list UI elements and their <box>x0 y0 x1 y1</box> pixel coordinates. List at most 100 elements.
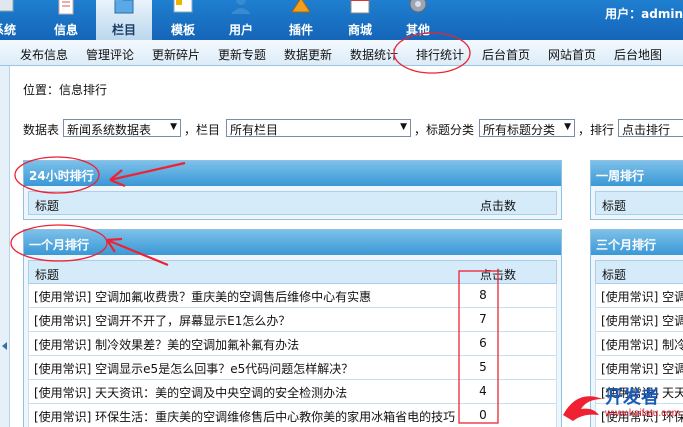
document-icon <box>54 0 78 16</box>
subnav-data-stats[interactable]: 数据统计 <box>350 46 398 63</box>
top-navigation: 系统 信息 栏目 模板 用户 插件 商城 其他 用户：admin <box>0 0 683 40</box>
nav-template[interactable]: 模板 <box>155 0 211 40</box>
watermark-logo: 开发者 www.kaifatu.com <box>555 383 683 427</box>
row-title-link[interactable]: [使用常识] 空调显示e5是怎么回事？e5代码问题怎样解决？ <box>34 360 353 377</box>
subnav-publish[interactable]: 发布信息 <box>20 46 68 63</box>
category-select-value: 所有标题分类 <box>483 123 556 137</box>
table-select-value: 新闻系统数据表 <box>67 123 152 137</box>
col-hits: 点击数 <box>479 268 516 282</box>
sort-label: ，排行 <box>578 123 615 137</box>
nav-system[interactable]: 系统 <box>0 0 32 40</box>
shop-icon <box>348 0 372 16</box>
row-hits: 7 <box>479 312 487 326</box>
sort-select[interactable]: 点击排行▼ <box>618 119 683 137</box>
table-row: [使用常识] 空调 <box>595 284 683 308</box>
row-title-link[interactable]: [使用常识] 空调 <box>601 288 683 305</box>
collapse-arrow-icon[interactable] <box>2 342 7 350</box>
template-icon <box>171 0 195 16</box>
subnav-admin-map[interactable]: 后台地图 <box>614 46 662 63</box>
panel-title: 一周排行 <box>591 161 683 186</box>
table-header: 标题 <box>595 260 683 284</box>
table-row: [使用常识] 制冷 <box>595 332 683 356</box>
column-select[interactable]: 所有栏目 ▼ <box>226 119 411 137</box>
nav-label: 栏目 <box>111 23 136 37</box>
row-title-link[interactable]: [使用常识] 空调加氟收费贵？重庆美的空调售后维修中心有实惠 <box>34 288 371 305</box>
nav-other[interactable]: 其他 <box>390 0 446 40</box>
nav-column[interactable]: 栏目 <box>96 0 152 40</box>
category-label: ，标题分类 <box>414 123 475 137</box>
chevron-down-icon: ▼ <box>564 122 571 132</box>
panel-month: 一个月排行 标题 点击数 [使用常识] 空调加氟收费贵？重庆美的空调售后维修中心… <box>23 229 562 427</box>
row-hits: 4 <box>479 384 487 398</box>
subnav-site-home[interactable]: 网站首页 <box>548 46 596 63</box>
column-label: ，栏目 <box>184 123 221 137</box>
nav-label: 信息 <box>53 23 78 37</box>
panel-week: 一周排行 标题 <box>590 160 683 220</box>
table-select[interactable]: 新闻系统数据表 ▼ <box>63 119 181 137</box>
watermark-url: www.kaifatu.com <box>605 408 681 419</box>
chevron-down-icon: ▼ <box>400 122 407 132</box>
nav-shop[interactable]: 商城 <box>332 0 388 40</box>
system-icon <box>0 0 16 16</box>
folder-icon <box>112 0 136 16</box>
dragon-logo-icon <box>563 396 603 421</box>
sub-navigation: 发布信息 管理评论 更新碎片 更新专题 数据更新 数据统计 排行统计 后台首页 … <box>0 40 683 66</box>
nav-label: 插件 <box>288 23 313 37</box>
panel-24h: 24小时排行 标题 点击数 <box>23 160 562 220</box>
col-title: 标题 <box>35 199 60 213</box>
nav-info[interactable]: 信息 <box>38 0 94 40</box>
nav-label: 商城 <box>347 23 372 37</box>
current-user: 用户：admin <box>605 7 683 21</box>
table-row: [使用常识] 环保生活：重庆美的空调维修售后中心教你美的家用冰箱省电的技巧 0 <box>28 404 557 427</box>
table-row: [使用常识] 空调显示e5是怎么回事？e5代码问题怎样解决？ 5 <box>28 356 557 380</box>
gear-icon <box>406 0 430 16</box>
table-header: 标题 <box>595 191 683 215</box>
table-row: [使用常识] 制冷效果差？美的空调加氟补氟有办法 6 <box>28 332 557 356</box>
col-title: 标题 <box>602 199 627 213</box>
table-label: 数据表 <box>23 123 60 137</box>
row-hits: 5 <box>479 360 487 374</box>
sort-select-value: 点击排行 <box>622 123 671 137</box>
table-row: [使用常识] 空调 <box>595 308 683 332</box>
col-title: 标题 <box>35 268 60 282</box>
sidebar-toggle[interactable] <box>0 66 10 427</box>
nav-label: 其他 <box>405 23 430 37</box>
subnav-rank-stats[interactable]: 排行统计 <box>416 46 464 63</box>
table-row: [使用常识] 天天资讯：美的空调及中央空调的安全检测办法 4 <box>28 380 557 404</box>
watermark-brand: 开发者 <box>605 387 659 408</box>
table-row: [使用常识] 空调开不开了，屏幕显示E1怎么办？ 7 <box>28 308 557 332</box>
row-hits: 0 <box>479 408 487 422</box>
panel-title: 一个月排行 <box>24 230 561 255</box>
column-select-value: 所有栏目 <box>230 123 279 137</box>
nav-user[interactable]: 用户 <box>213 0 269 40</box>
col-hits: 点击数 <box>479 199 516 213</box>
subnav-comments[interactable]: 管理评论 <box>86 46 134 63</box>
subnav-fragments[interactable]: 更新碎片 <box>152 46 200 63</box>
row-hits: 6 <box>479 336 487 350</box>
row-title-link[interactable]: [使用常识] 天天资讯：美的空调及中央空调的安全检测办法 <box>34 384 347 401</box>
row-title-link[interactable]: [使用常识] 空调 <box>601 360 683 377</box>
panel-title: 三个月排行 <box>591 230 683 255</box>
col-title: 标题 <box>602 268 627 282</box>
row-title-link[interactable]: [使用常识] 环保生活：重庆美的空调维修售后中心教你美的家用冰箱省电的技巧 <box>34 408 455 425</box>
user-icon <box>229 0 253 16</box>
subnav-topics[interactable]: 更新专题 <box>218 46 266 63</box>
table-row: [使用常识] 空调加氟收费贵？重庆美的空调售后维修中心有实惠 8 <box>28 284 557 308</box>
subnav-data-update[interactable]: 数据更新 <box>284 46 332 63</box>
panel-title: 24小时排行 <box>24 161 561 186</box>
nav-plugin[interactable]: 插件 <box>273 0 329 40</box>
ranking-rows: [使用常识] 空调加氟收费贵？重庆美的空调售后维修中心有实惠 8 [使用常识] … <box>28 284 557 427</box>
breadcrumb: 位置：信息排行 <box>23 83 108 97</box>
table-row: [使用常识] 空调 <box>595 356 683 380</box>
category-select[interactable]: 所有标题分类 ▼ <box>479 119 575 137</box>
row-hits: 8 <box>479 288 487 302</box>
row-title-link[interactable]: [使用常识] 制冷效果差？美的空调加氟补氟有办法 <box>34 336 299 353</box>
row-title-link[interactable]: [使用常识] 空调 <box>601 312 683 329</box>
table-header: 标题 点击数 <box>28 191 557 215</box>
row-title-link[interactable]: [使用常识] 空调开不开了，屏幕显示E1怎么办？ <box>34 312 290 329</box>
row-title-link[interactable]: [使用常识] 制冷 <box>601 336 683 353</box>
table-header: 标题 点击数 <box>28 260 557 284</box>
chevron-down-icon: ▼ <box>170 122 177 132</box>
nav-label: 系统 <box>0 23 16 37</box>
subnav-admin-home[interactable]: 后台首页 <box>482 46 530 63</box>
